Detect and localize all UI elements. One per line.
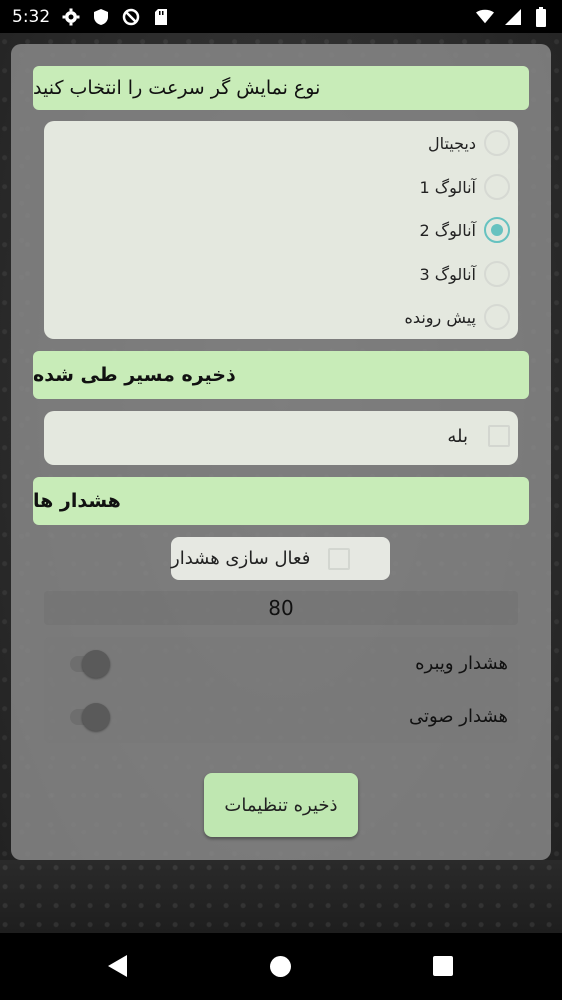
asphalt-background-bottom [0,860,562,933]
sound-alert-label: هشدار صوتی [408,706,508,727]
vibrate-alert-row: هشدار ویبره [44,637,518,690]
speed-display-radio-group: دیجیتال آنالوگ 1 آنالوگ 2 آنالوگ 3 پیش ر… [44,121,518,339]
status-bar: 5:32 [0,0,562,33]
save-route-card: بله [44,411,518,465]
sound-alert-switch[interactable] [70,702,110,731]
vibrate-alert-switch[interactable] [70,649,110,678]
save-route-header-text: ذخیره مسیر طی شده [33,364,236,386]
sound-alert-row: هشدار صوتی [44,690,518,743]
alerts-header: هشدار ها [33,477,529,525]
navigation-bar [0,933,562,1000]
radio-button[interactable] [484,261,510,287]
radio-button-selected[interactable] [484,217,510,243]
alerts-header-text: هشدار ها [33,490,121,512]
save-route-checkbox-label: بله [447,425,468,447]
radio-option-analog-2[interactable]: آنالوگ 2 [419,210,510,250]
settings-panel: نوع نمایش گر سرعت را انتخاب کنید دیجیتال… [11,44,551,860]
radio-button[interactable] [484,174,510,200]
speed-display-header-text: نوع نمایش گر سرعت را انتخاب کنید [33,77,321,99]
back-icon[interactable] [108,955,127,977]
radio-label: آنالوگ 3 [419,264,476,284]
save-route-checkbox-row[interactable]: بله [447,425,510,447]
home-icon[interactable] [270,956,291,977]
sd-card-icon [152,8,170,26]
radio-option-analog-3[interactable]: آنالوگ 3 [419,254,510,294]
save-settings-button[interactable]: ذخیره تنظیمات [204,773,358,837]
radio-button[interactable] [484,304,510,330]
alert-speed-input[interactable]: 80 [44,591,518,625]
shield-icon [92,8,110,26]
enable-alert-label: فعال سازی هشدار [171,548,311,569]
save-route-header: ذخیره مسیر طی شده [33,351,529,399]
speed-display-header: نوع نمایش گر سرعت را انتخاب کنید [33,66,529,110]
radio-button[interactable] [484,130,510,156]
alert-speed-value: 80 [268,596,294,620]
radio-label: آنالوگ 2 [419,220,476,240]
vibrate-alert-label: هشدار ویبره [415,653,508,674]
status-time: 5:32 [12,6,51,27]
alert-switches-card: هشدار ویبره هشدار صوتی [44,637,518,743]
wifi-icon [476,8,494,26]
gear-icon [62,8,80,26]
signal-icon [504,8,522,26]
recents-icon[interactable] [433,956,453,976]
radio-option-digital[interactable]: دیجیتال [428,123,510,163]
radio-option-progressive[interactable]: پیش رونده [405,297,510,337]
no-tracking-icon [122,8,140,26]
enable-alert-checkbox[interactable] [328,547,351,570]
switch-thumb [82,702,110,731]
switch-thumb [82,649,110,678]
radio-label: دیجیتال [427,133,476,153]
save-route-checkbox[interactable] [488,425,510,447]
radio-option-analog-1[interactable]: آنالوگ 1 [419,167,510,207]
battery-icon [532,6,550,27]
enable-alert-checkbox-row[interactable]: فعال سازی هشدار [171,537,390,580]
radio-label: آنالوگ 1 [419,177,476,197]
radio-label: پیش رونده [404,307,476,327]
